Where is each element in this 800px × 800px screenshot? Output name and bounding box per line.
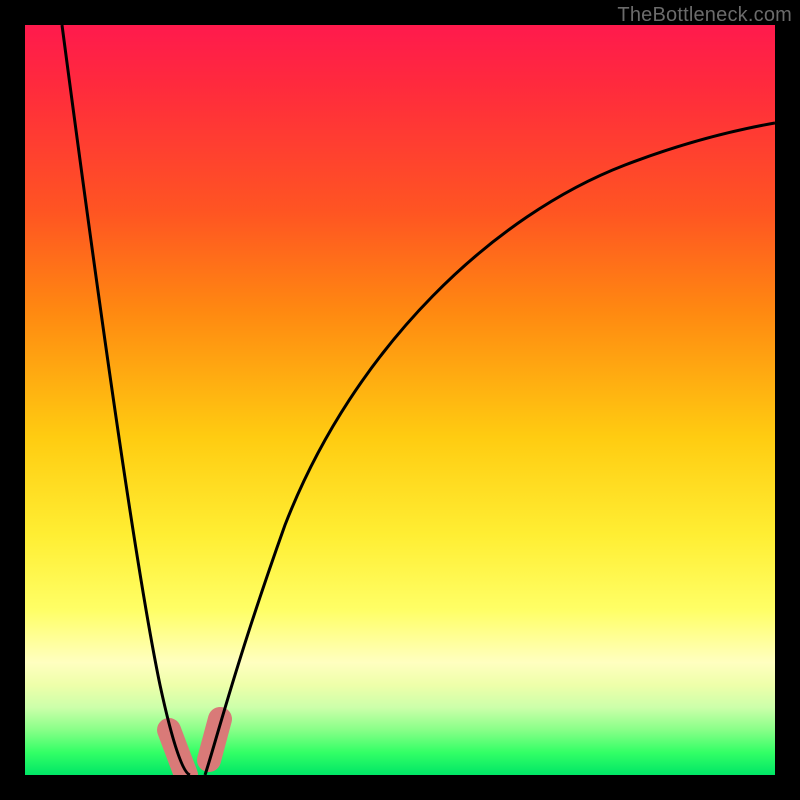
chart-svg — [25, 25, 775, 775]
curve-left — [62, 25, 190, 775]
curve-right — [205, 123, 775, 775]
watermark-text: TheBottleneck.com — [617, 4, 792, 27]
